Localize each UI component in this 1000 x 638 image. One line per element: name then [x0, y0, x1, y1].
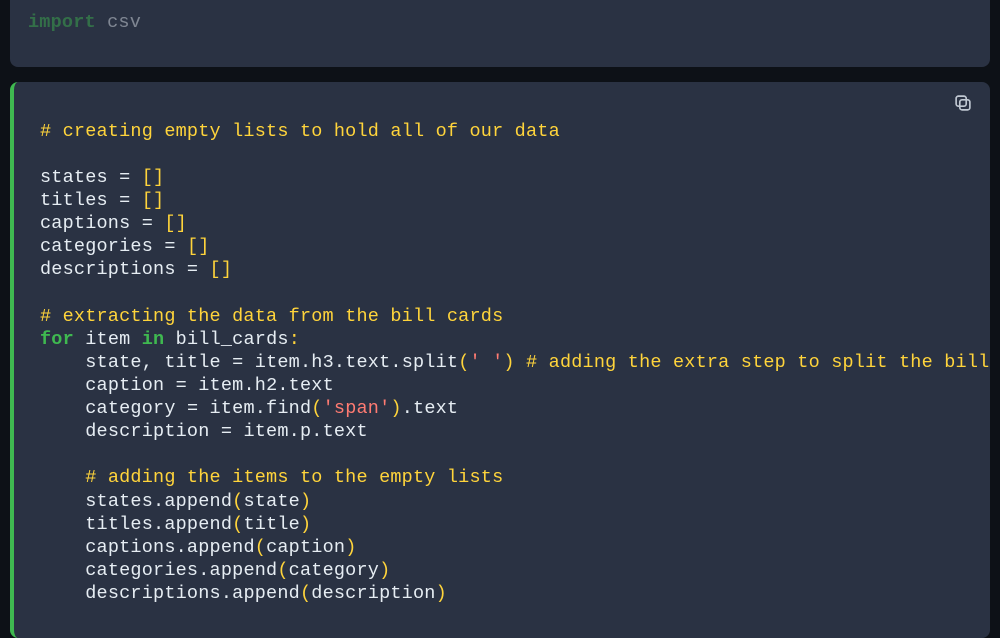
code-cell-inactive[interactable]: import csv	[10, 0, 990, 67]
code-indent	[40, 514, 85, 535]
code-comment: # creating empty lists to hold all of ou…	[40, 121, 560, 142]
code-text: csv	[96, 12, 141, 33]
code-paren: (	[458, 352, 469, 373]
code-string: ' '	[470, 352, 504, 373]
code-keyword: for	[40, 329, 74, 350]
code-text: category	[85, 398, 187, 419]
code-var: titles	[40, 190, 108, 211]
code-indent	[40, 491, 85, 512]
code-op: =	[108, 167, 142, 188]
code-bracket: []	[187, 236, 210, 257]
code-op: =	[130, 213, 164, 234]
code-text: titles.append	[85, 514, 232, 535]
code-paren: )	[436, 583, 447, 604]
code-paren: )	[300, 514, 311, 535]
code-text: descriptions.append	[85, 583, 300, 604]
code-var: categories	[40, 236, 153, 257]
code-bracket: []	[164, 213, 187, 234]
code-arg: caption	[266, 537, 345, 558]
code-punc: :	[289, 329, 300, 350]
code-var: descriptions	[40, 259, 176, 280]
code-cell-active[interactable]: # creating empty lists to hold all of ou…	[10, 82, 990, 638]
code-op: =	[176, 259, 210, 280]
code-var: bill_cards	[176, 329, 289, 350]
code-space	[74, 329, 85, 350]
code-bracket: []	[142, 190, 165, 211]
code-text: item.h2.text	[187, 375, 334, 396]
code-text: description	[85, 421, 221, 442]
code-paren: (	[255, 537, 266, 558]
code-text: .text	[402, 398, 459, 419]
code-arg: description	[311, 583, 435, 604]
code-paren: (	[300, 583, 311, 604]
code-paren: )	[503, 352, 514, 373]
code-paren: (	[277, 560, 288, 581]
code-indent	[40, 375, 85, 396]
code-indent	[40, 537, 85, 558]
code-text: caption	[85, 375, 175, 396]
code-comment: # adding the extra step to split the bil…	[526, 352, 990, 373]
code-text: categories.append	[85, 560, 277, 581]
code-text: states.append	[85, 491, 232, 512]
code-var: item	[85, 329, 130, 350]
code-bracket: []	[210, 259, 233, 280]
code-op: =	[187, 398, 198, 419]
code-text: state, title	[85, 352, 232, 373]
code-var: captions	[40, 213, 130, 234]
code-paren: )	[390, 398, 401, 419]
code-indent	[40, 583, 85, 604]
code-space	[130, 329, 141, 350]
code-arg: title	[243, 514, 300, 535]
code-bracket: []	[142, 167, 165, 188]
code-content-main: # creating empty lists to hold all of ou…	[14, 82, 990, 638]
code-op: =	[221, 421, 232, 442]
code-content-top: import csv	[10, 0, 990, 67]
code-text: item.h3.text.split	[243, 352, 458, 373]
code-indent	[40, 352, 85, 373]
code-space	[164, 329, 175, 350]
code-indent	[40, 467, 85, 488]
code-string: 'span'	[323, 398, 391, 419]
copy-icon[interactable]	[952, 92, 976, 116]
code-text: item.p.text	[232, 421, 368, 442]
code-text: item.find	[198, 398, 311, 419]
code-op: =	[153, 236, 187, 257]
code-var: states	[40, 167, 108, 188]
code-paren: (	[232, 491, 243, 512]
code-comment: # extracting the data from the bill card…	[40, 306, 503, 327]
code-indent	[40, 560, 85, 581]
code-paren: (	[232, 514, 243, 535]
code-arg: state	[243, 491, 300, 512]
code-paren: )	[345, 537, 356, 558]
code-keyword: in	[142, 329, 165, 350]
code-op: =	[232, 352, 243, 373]
code-paren: )	[300, 491, 311, 512]
code-arg: category	[289, 560, 379, 581]
code-comment: # adding the items to the empty lists	[85, 467, 503, 488]
code-text: captions.append	[85, 537, 255, 558]
code-op: =	[108, 190, 142, 211]
code-paren: )	[379, 560, 390, 581]
code-indent	[40, 421, 85, 442]
code-space	[515, 352, 526, 373]
code-paren: (	[311, 398, 322, 419]
code-op: =	[176, 375, 187, 396]
code-indent	[40, 398, 85, 419]
code-keyword: import	[28, 12, 96, 33]
